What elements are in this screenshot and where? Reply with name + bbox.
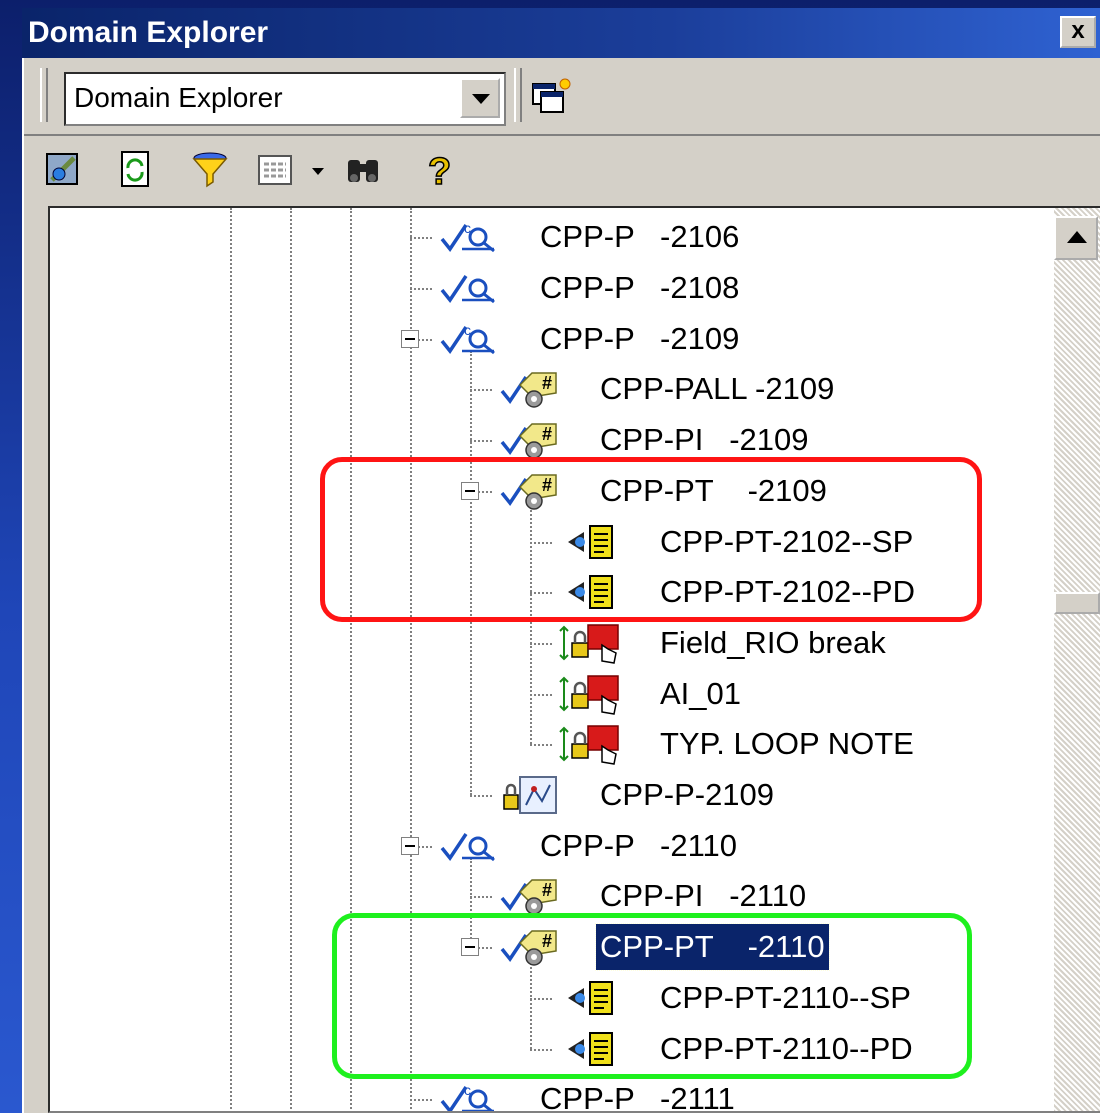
tree-connector xyxy=(470,440,492,443)
green-highlight-box xyxy=(332,913,972,1079)
tree-connector xyxy=(470,795,492,798)
view-selector-combo[interactable]: Domain Explorer xyxy=(64,72,506,126)
tree-item-label[interactable]: CPP-P -2111 xyxy=(536,1076,739,1111)
svg-text:#: # xyxy=(542,424,552,444)
tree-connector xyxy=(530,693,552,696)
window-frame: Domain Explorer x Domain Explorer ? c CP… xyxy=(0,0,1100,1113)
tree-item-label[interactable]: CPP-PALL -2109 xyxy=(596,366,838,412)
tree-connector xyxy=(530,642,552,645)
tree-item-label[interactable]: AI_01 xyxy=(656,671,745,717)
close-icon: x xyxy=(1071,17,1085,44)
svg-text:c: c xyxy=(464,322,471,338)
svg-text:c: c xyxy=(464,220,471,236)
tree-item-label[interactable]: TYP. LOOP NOTE xyxy=(656,721,918,767)
locked-block-icon xyxy=(559,624,619,664)
loop-icon xyxy=(440,275,495,304)
tree-connector xyxy=(410,288,432,291)
tree-connector xyxy=(470,389,492,392)
toolbar-separator xyxy=(514,68,522,122)
tree-item-label[interactable]: CPP-P -2110 xyxy=(536,823,741,869)
tree-guide-line xyxy=(290,208,292,1111)
tag-icon: # xyxy=(500,423,557,459)
view-selector-value: Domain Explorer xyxy=(74,82,283,113)
tree-item-label[interactable]: CPP-P -2108 xyxy=(536,265,743,311)
red-highlight-box xyxy=(320,456,982,623)
tree-item-label[interactable]: CPP-P-2109 xyxy=(596,772,778,818)
loop-icon: c xyxy=(440,220,495,253)
tree-connector xyxy=(410,237,432,240)
close-button[interactable]: x xyxy=(1060,16,1096,48)
explorer-panel: Domain Explorer ? c CPP-P -2106 CPP-P -2… xyxy=(22,58,1100,1113)
scroll-thumb[interactable] xyxy=(1054,592,1100,614)
find-icon[interactable] xyxy=(344,150,384,190)
tree-guide-line xyxy=(230,208,232,1111)
tree-item-label[interactable]: CPP-P -2106 xyxy=(536,214,743,260)
view-dropdown-icon[interactable] xyxy=(308,150,328,190)
navigate-icon[interactable] xyxy=(44,150,84,190)
tree-item-label[interactable]: CPP-P -2109 xyxy=(536,316,743,362)
scroll-up-button[interactable] xyxy=(1054,216,1098,260)
tree-connector xyxy=(530,744,552,747)
action-toolbar: ? xyxy=(24,136,1100,202)
window-title: Domain Explorer xyxy=(28,16,269,49)
domain-tree[interactable]: c CPP-P -2106 CPP-P -2108 c CPP-P -2109 # … xyxy=(48,206,1100,1113)
drawing-icon xyxy=(503,776,557,815)
svg-text:c: c xyxy=(464,1082,471,1098)
loop-icon: c xyxy=(440,322,495,354)
view-options-icon[interactable] xyxy=(256,150,296,190)
chevron-down-icon[interactable] xyxy=(460,78,500,118)
loop-icon xyxy=(440,832,495,861)
locked-block-icon xyxy=(559,725,619,766)
refresh-icon[interactable] xyxy=(116,150,156,190)
filter-icon[interactable] xyxy=(190,150,230,190)
toolbar-grip[interactable] xyxy=(40,68,48,122)
view-toolbar: Domain Explorer xyxy=(24,58,1100,136)
locked-block-icon xyxy=(559,674,619,715)
loop-icon: c xyxy=(440,1082,494,1111)
tree-connector xyxy=(470,896,492,899)
collapse-toggle[interactable] xyxy=(401,329,419,348)
cascade-windows-icon[interactable] xyxy=(529,76,573,120)
tree-item-label[interactable]: Field_RIO break xyxy=(656,620,890,666)
tag-icon: # xyxy=(500,879,557,916)
svg-text:?: ? xyxy=(428,151,451,190)
svg-text:#: # xyxy=(542,880,552,900)
tree-connector xyxy=(410,1099,432,1102)
help-icon[interactable]: ? xyxy=(420,150,460,190)
title-bar: Domain Explorer x xyxy=(22,8,1100,58)
collapse-toggle[interactable] xyxy=(401,836,419,855)
vertical-scrollbar[interactable] xyxy=(1054,208,1100,1111)
svg-text:#: # xyxy=(542,373,552,393)
tag-icon: # xyxy=(500,372,557,409)
